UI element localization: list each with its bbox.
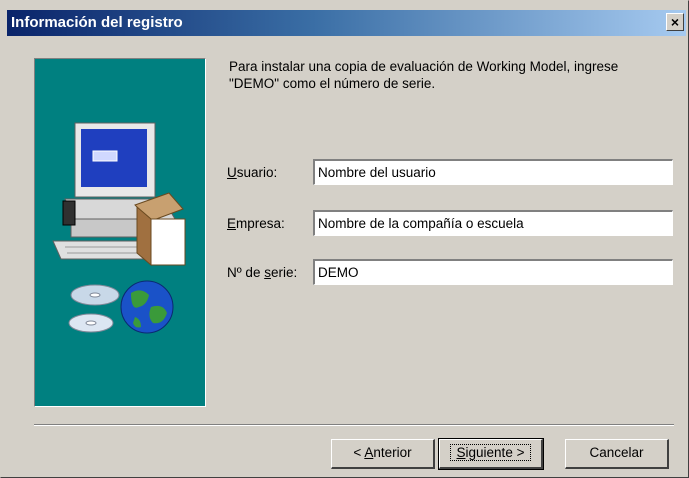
computer-with-cds-and-globe-illustration [52, 122, 186, 334]
user-name-input[interactable] [313, 159, 673, 185]
company-label: Empresa: [227, 216, 285, 231]
instructions-text: Para instalar una copia de evaluación de… [229, 59, 619, 91]
user-label: Usuario: [227, 165, 277, 180]
back-accelerator: A [364, 445, 374, 460]
next-button-focus: Siguiente > [449, 444, 532, 461]
button-separator [34, 424, 674, 426]
registration-dialog: Información del registro × Para instalar… [0, 0, 689, 478]
cancel-button[interactable]: Cancelar [565, 439, 669, 469]
serial-label-rest: erie: [270, 265, 298, 280]
user-label-accelerator: U [227, 165, 237, 180]
next-label-rest: iguiente [465, 445, 513, 460]
cancel-label: Cancelar [589, 445, 644, 460]
company-label-accelerator: E [227, 216, 237, 231]
back-glyph: < [353, 445, 362, 460]
setup-illustration-panel [34, 58, 206, 407]
serial-label-accelerator: s [264, 265, 271, 280]
serial-label: Nº de serie: [227, 265, 297, 280]
next-accelerator: S [456, 445, 466, 460]
user-label-rest: suario: [236, 165, 278, 180]
back-label-rest: nterior [373, 445, 412, 460]
serial-number-input[interactable] [313, 259, 673, 285]
window-title: Información del registro [11, 14, 183, 31]
company-label-rest: mpresa: [236, 216, 285, 231]
back-button[interactable]: < Anterior [331, 439, 435, 469]
next-glyph: > [516, 445, 525, 460]
serial-label-prefix: Nº de [227, 265, 265, 280]
company-name-input[interactable] [313, 210, 673, 236]
close-button[interactable]: × [666, 13, 684, 31]
close-icon: × [670, 14, 680, 30]
next-button[interactable]: Siguiente > [438, 438, 544, 470]
title-bar[interactable]: Información del registro × [7, 10, 686, 36]
